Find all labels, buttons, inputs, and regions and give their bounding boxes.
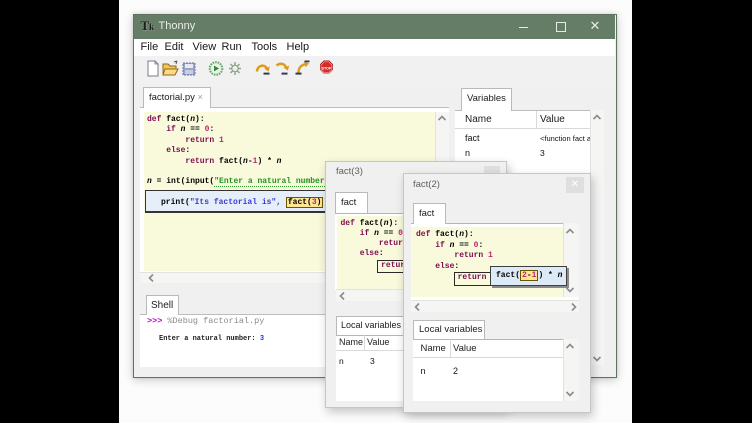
- svg-text:STOP: STOP: [321, 66, 331, 70]
